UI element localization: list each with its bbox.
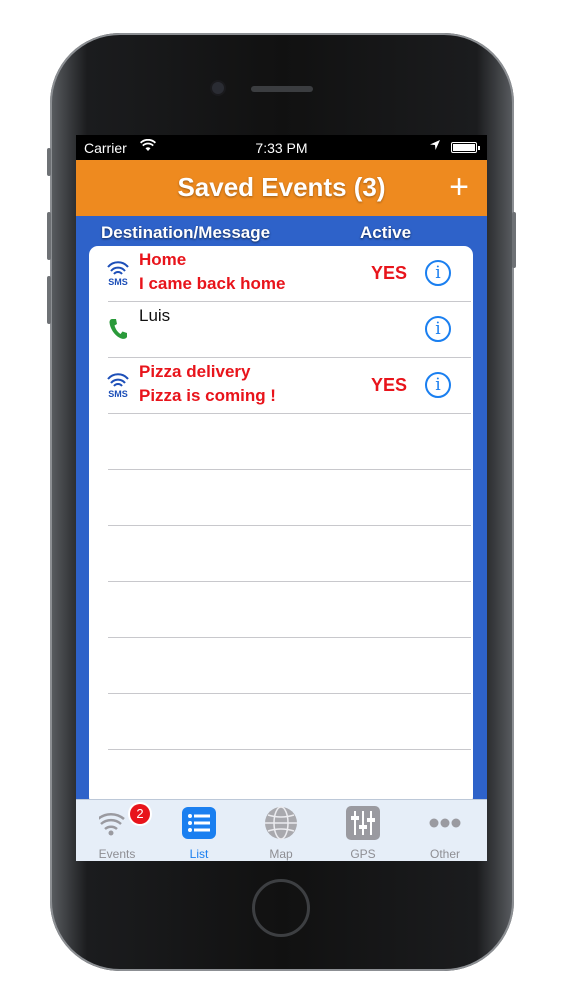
events-table: SMS Home I came back home YES i Luis i S…: [89, 246, 473, 806]
power-button: [512, 212, 516, 268]
svg-text:SMS: SMS: [108, 389, 128, 399]
page-title: Saved Events (3): [177, 172, 386, 202]
empty-row: [89, 638, 473, 694]
empty-row: [89, 694, 473, 750]
sms-icon: SMS: [105, 372, 131, 405]
info-icon[interactable]: i: [425, 316, 451, 342]
empty-row: [89, 526, 473, 582]
status-bar: Carrier 7:33 PM: [76, 135, 487, 160]
empty-row: [89, 582, 473, 638]
column-header-destination: Destination/Message: [101, 223, 271, 242]
event-row[interactable]: SMS Pizza delivery Pizza is coming ! YES…: [89, 358, 473, 414]
tab-other[interactable]: Other: [404, 800, 486, 861]
sms-icon: SMS: [105, 260, 131, 293]
column-headers: Destination/Message Active: [76, 216, 487, 246]
earpiece-speaker: [251, 86, 313, 92]
tab-label: Events: [98, 847, 136, 861]
event-message: Pizza is coming !: [139, 386, 276, 405]
nav-bar: Saved Events (3) +: [76, 160, 487, 216]
tab-bar: 2 Events List Map GPS Other: [76, 799, 487, 861]
active-status: YES: [371, 375, 408, 395]
column-header-active: Active: [360, 223, 412, 242]
row-divider: [108, 749, 471, 750]
empty-row: [89, 470, 473, 526]
tab-label: GPS: [350, 847, 376, 861]
sliders-icon: [345, 805, 381, 841]
tab-list[interactable]: List: [158, 800, 240, 861]
globe-icon: [263, 805, 299, 841]
active-status: YES: [371, 263, 408, 283]
event-destination: Luis: [139, 306, 171, 325]
add-event-button[interactable]: +: [449, 168, 469, 207]
volume-up-button: [47, 212, 51, 260]
tab-gps[interactable]: GPS: [322, 800, 404, 861]
phone-icon: [107, 317, 129, 346]
mute-switch: [47, 148, 51, 176]
event-message: I came back home: [139, 274, 286, 293]
events-badge: 2: [130, 804, 150, 824]
info-icon[interactable]: i: [425, 260, 451, 286]
app-screen: Carrier 7:33 PM Saved Events (3) + Desti…: [76, 135, 487, 861]
home-button[interactable]: [252, 879, 310, 937]
empty-row: [89, 414, 473, 470]
tab-label: List: [189, 847, 209, 861]
tab-map[interactable]: Map: [240, 800, 322, 861]
location-arrow-icon: [429, 139, 441, 154]
event-row[interactable]: SMS Home I came back home YES i: [89, 246, 473, 302]
info-icon[interactable]: i: [425, 372, 451, 398]
event-destination: Pizza delivery: [139, 362, 251, 381]
more-dots-icon: [427, 805, 463, 841]
battery-icon: [451, 142, 480, 153]
event-row[interactable]: Luis i: [89, 302, 473, 358]
front-camera: [212, 82, 224, 94]
tab-label: Map: [269, 847, 293, 861]
volume-down-button: [47, 276, 51, 324]
svg-text:SMS: SMS: [108, 277, 128, 287]
clock: 7:33 PM: [255, 140, 308, 156]
event-destination: Home: [139, 250, 187, 269]
list-icon: [181, 805, 217, 841]
tab-events[interactable]: 2 Events: [76, 800, 158, 861]
tab-label: Other: [429, 847, 460, 861]
